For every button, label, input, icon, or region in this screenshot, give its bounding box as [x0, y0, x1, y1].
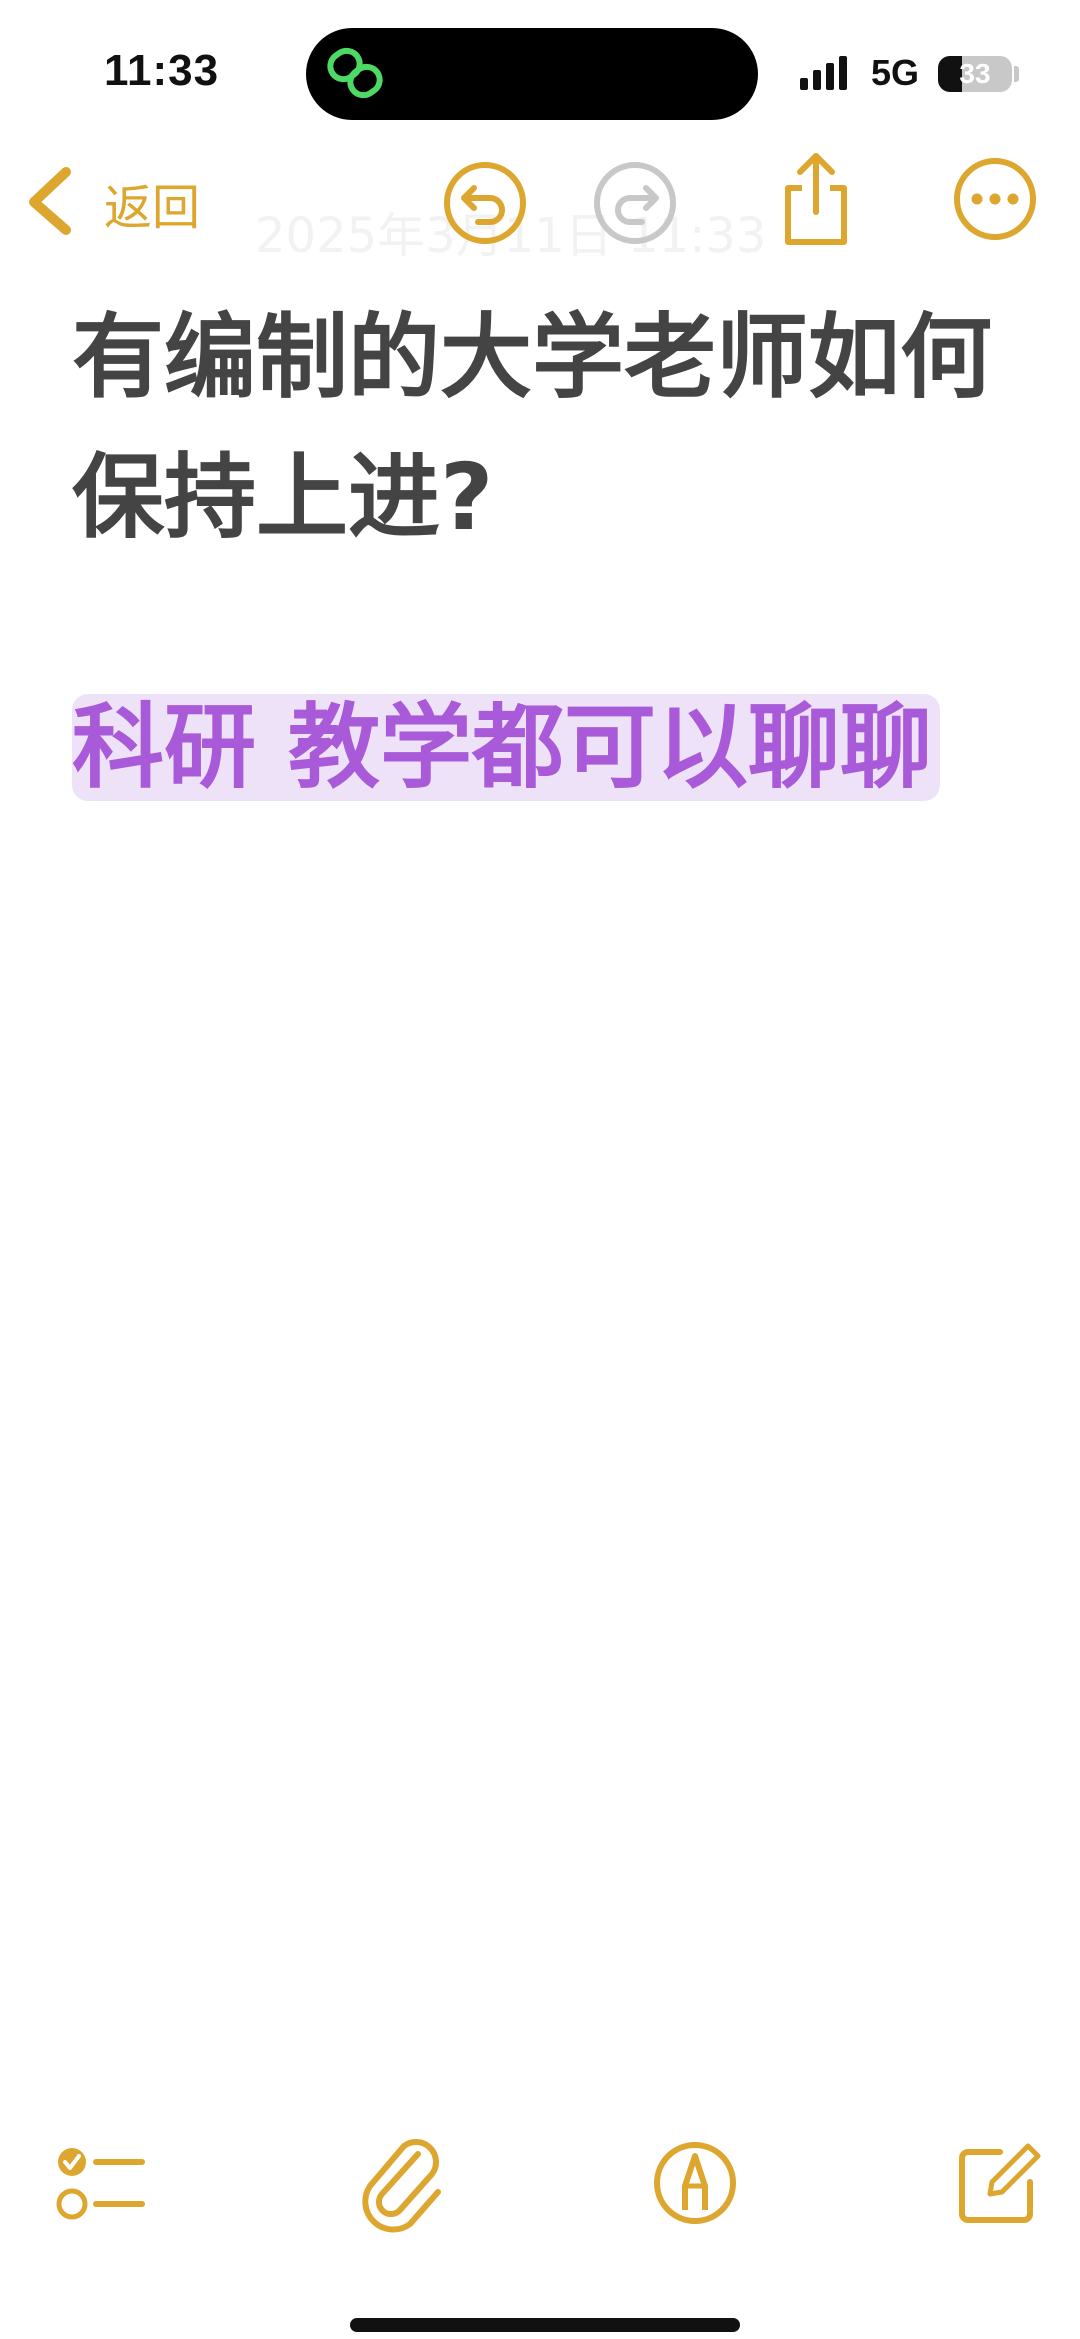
markup-icon[interactable]	[652, 2140, 738, 2226]
dynamic-island	[306, 28, 758, 120]
battery-cap	[1014, 66, 1019, 82]
redo-icon[interactable]	[590, 158, 680, 248]
highlighted-text[interactable]: 科研 教学都可以聊聊	[72, 680, 952, 816]
battery-level: 33	[959, 58, 991, 89]
battery-indicator: 33	[938, 56, 1012, 92]
more-icon[interactable]	[950, 154, 1040, 244]
undo-icon[interactable]	[440, 158, 530, 248]
back-chevron-icon	[29, 167, 71, 235]
attachment-icon[interactable]	[358, 2136, 448, 2236]
highlighted-text-content: 科研 教学都可以聊聊	[72, 694, 941, 801]
share-icon[interactable]	[776, 148, 856, 248]
note-title[interactable]: 有编制的大学老师如何保持上进?	[72, 288, 1032, 568]
link-icon	[327, 47, 383, 99]
home-indicator[interactable]	[350, 2318, 740, 2332]
compose-icon[interactable]	[954, 2138, 1044, 2228]
back-label: 返回	[104, 180, 201, 236]
checklist-icon[interactable]	[52, 2142, 148, 2226]
status-time: 11:33	[104, 46, 220, 95]
network-type: 5G	[871, 52, 920, 93]
cellular-signal-icon	[800, 56, 847, 90]
